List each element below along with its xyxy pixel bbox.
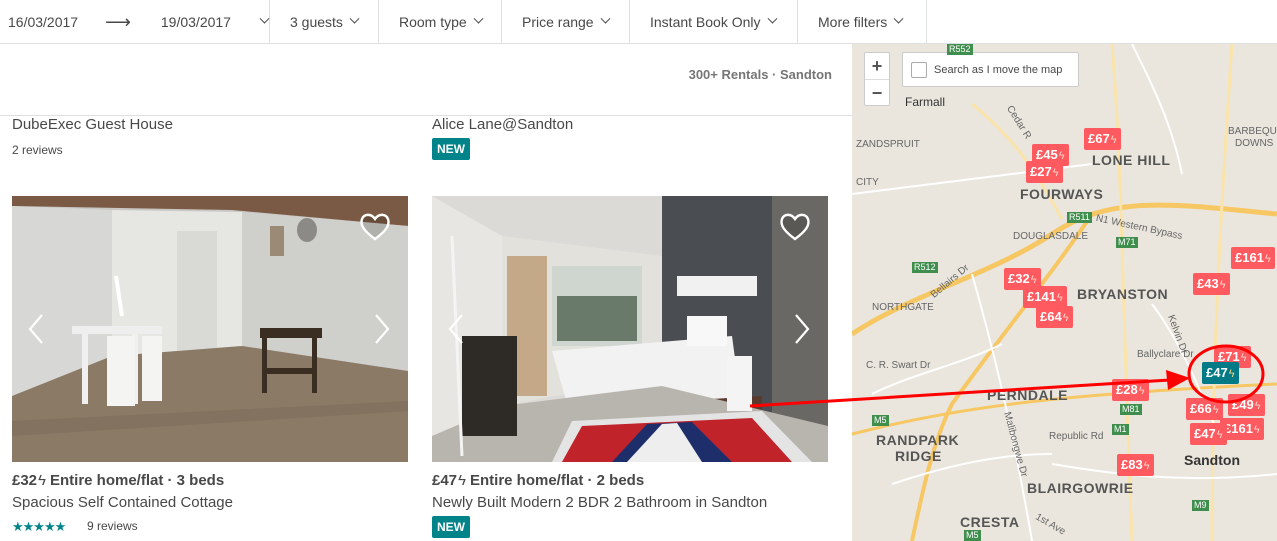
map-road-label: Republic Rd [1049,431,1104,442]
listing-name[interactable]: Newly Built Modern 2 BDR 2 Bathroom in S… [432,494,767,511]
chevron-left-icon[interactable] [24,311,48,347]
map-price-pin[interactable]: £49ϟ [1228,394,1265,416]
chevron-down-icon [893,13,904,24]
chevron-right-icon[interactable] [790,311,814,347]
listing-price: £47 [432,472,458,489]
map-place-label: LONE HILL [1092,152,1171,168]
search-as-move-checkbox[interactable] [911,61,927,78]
listing-price: £32 [12,472,38,489]
map-place-label: BARBEQUE [1228,126,1277,137]
map-price-pin[interactable]: £66ϟ [1186,398,1223,420]
results-header: 300+ Rentals · Sandton [0,44,852,116]
room-type-label: Room type [399,13,467,30]
road-shield: M81 [1120,404,1142,415]
instant-book-icon: ϟ [38,472,46,489]
guests-label: 3 guests [290,13,343,30]
more-filters-label: More filters [818,13,888,30]
map-place-label: Sandton [1184,452,1240,468]
map-price-pin[interactable]: £141ϟ [1023,286,1067,308]
map-road-label: C. R. Swart Dr [866,360,931,371]
road-shield: R511 [1067,212,1092,223]
map-place-label: ZANDSPRUIT [856,139,920,150]
map-place-label: RANDPARK [876,432,960,448]
results-count: 300+ Rentals · Sandton [688,67,832,82]
check-in-date[interactable]: 16/03/2017 [8,14,78,30]
zoom-in-button[interactable]: + [865,53,889,79]
map-place-label: BLAIRGOWRIE [1027,480,1134,496]
price-range-dropdown[interactable]: Price range [502,0,630,43]
map-place-label: RIDGE [895,448,942,464]
map-price-pin[interactable]: £67ϟ [1084,128,1121,150]
map-price-pin[interactable]: £28ϟ [1112,379,1149,401]
search-as-move-toggle[interactable]: Search as I move the map [902,52,1079,87]
heart-icon[interactable] [778,210,812,244]
map-place-label: DOWNS [1235,138,1274,149]
chevron-right-icon[interactable] [370,311,394,347]
search-as-move-label: Search as I move the map [934,63,1063,76]
instant-book-icon: ϟ [458,472,466,489]
road-shield: R512 [912,262,938,273]
listing-title[interactable]: DubeExec Guest House [12,116,173,133]
listing-title[interactable]: Alice Lane@Sandton [432,116,573,133]
map-price-pin[interactable]: £27ϟ [1026,161,1063,183]
zoom-out-button[interactable]: − [865,79,889,105]
zoom-controls: + − [864,52,890,106]
map-price-pin[interactable]: £43ϟ [1193,273,1230,295]
chevron-left-icon[interactable] [444,311,468,347]
chevron-down-icon [767,13,777,24]
listing-price-type[interactable]: £47ϟ Entire home/flat · 2 beds [432,472,644,489]
date-range-picker[interactable]: 16/03/2017 ⟶ 19/03/2017 [0,0,270,43]
map-place-label: NORTHGATE [872,302,934,313]
map-place-label: CRESTA [960,514,1020,530]
date-arrow-icon: ⟶ [105,11,131,32]
map-place-label: BRYANSTON [1077,286,1169,302]
road-shield: M71 [1116,237,1138,248]
map-price-pin[interactable]: £47ϟ [1190,423,1227,445]
listing-name[interactable]: Spacious Self Contained Cottage [12,494,233,511]
filter-bar: 16/03/2017 ⟶ 19/03/2017 3 guests Room ty… [0,0,1277,44]
road-shield: M5 [964,530,981,541]
bedroom-photo [432,196,828,462]
map-place-label: DOUGLASDALE [1013,231,1089,242]
cottage-photo [12,196,408,462]
check-out-date[interactable]: 19/03/2017 [161,14,231,30]
map-place-label: FOURWAYS [1020,186,1104,202]
map-price-pin-selected[interactable]: £47ϟ [1202,362,1239,384]
new-badge: NEW [432,138,470,160]
chevron-down-icon [473,13,484,24]
map-price-pin[interactable]: £83ϟ [1117,454,1154,476]
listing-reviews: 2 reviews [12,143,63,157]
map-price-pin[interactable]: £161ϟ [1220,418,1264,440]
listing-type: Entire home/flat · 2 beds [469,472,645,489]
instant-book-label: Instant Book Only [650,13,761,30]
map-place-label: PERNDALE [987,387,1069,403]
road-shield: M9 [1192,500,1209,511]
star-rating: ★★★★★ [12,519,66,534]
map-place-label: Farmall [905,95,946,109]
road-shield: M1 [1112,424,1129,435]
chevron-down-icon[interactable] [259,13,270,24]
listing-photo[interactable] [432,196,828,462]
road-shield: R552 [947,44,973,55]
more-filters-dropdown[interactable]: More filters [798,0,927,43]
guests-dropdown[interactable]: 3 guests [270,0,379,43]
listing-price-type[interactable]: £32ϟ Entire home/flat · 3 beds [12,472,224,489]
chevron-down-icon [600,13,611,24]
listing-photo[interactable] [12,196,408,462]
instant-book-dropdown[interactable]: Instant Book Only [630,0,798,43]
heart-icon[interactable] [358,210,392,244]
map-place-label: CITY [856,177,879,188]
road-shield: M5 [872,415,889,426]
room-type-dropdown[interactable]: Room type [379,0,502,43]
listing-type: Entire home/flat · 3 beds [49,472,225,489]
price-range-label: Price range [522,13,594,30]
chevron-down-icon [349,13,360,24]
listing-reviews: 9 reviews [87,519,138,533]
map-price-pin[interactable]: £161ϟ [1231,247,1275,269]
map[interactable]: + − Search as I move the map Farmall LON… [852,44,1277,541]
map-price-pin[interactable]: £64ϟ [1036,306,1073,328]
new-badge: NEW [432,516,470,538]
